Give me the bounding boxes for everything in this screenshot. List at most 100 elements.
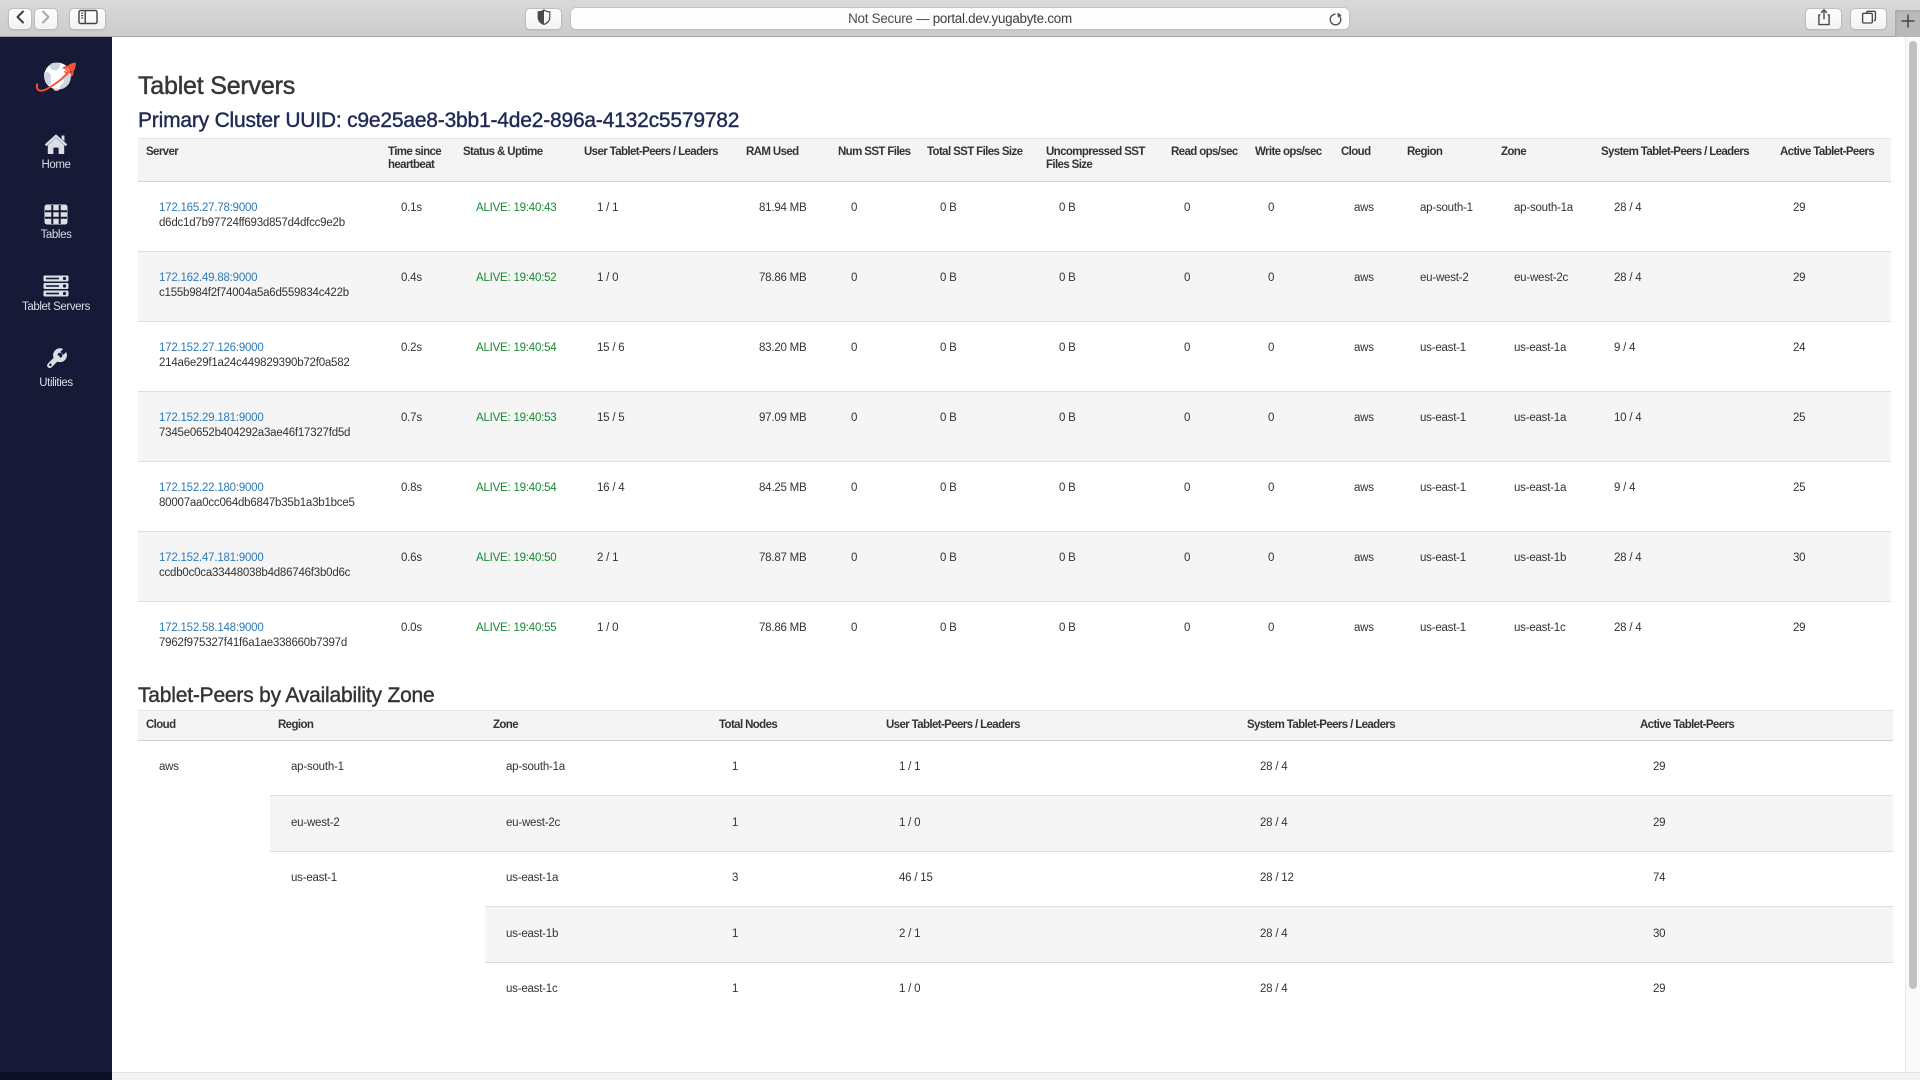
cell-ram: 81.94 MB	[738, 181, 830, 251]
cell-zone: us-east-1b	[1493, 531, 1593, 601]
cell-cloud: aws	[1333, 391, 1399, 461]
cell-ram: 78.86 MB	[738, 601, 830, 671]
back-icon	[15, 10, 25, 29]
new-tab-button[interactable]	[1895, 10, 1920, 37]
utilities-icon	[0, 347, 112, 373]
server-cell: 172.152.29.181:90007345e0652b404292a3ae4…	[138, 391, 380, 461]
tab-overview-button[interactable]	[1850, 8, 1887, 30]
horizontal-scrollbar-left	[0, 1072, 112, 1080]
vertical-scrollbar-thumb[interactable]	[1909, 41, 1917, 989]
browser-toolbar: Not Secure — portal.dev.yugabyte.com	[0, 0, 1920, 37]
cell-read-ops: 0	[1163, 251, 1247, 321]
server-link[interactable]: 172.165.27.78:9000	[159, 202, 257, 214]
cell-cloud: aws	[1333, 531, 1399, 601]
sidebar-toggle-icon	[78, 9, 98, 30]
cell-active: 30	[1772, 531, 1891, 601]
column-header: Cloud	[138, 710, 270, 740]
cell-zone: us-east-1a	[1493, 461, 1593, 531]
vertical-scrollbar[interactable]	[1905, 37, 1920, 1080]
sidebar-item-label: Home	[0, 159, 112, 172]
page-title: Tablet Servers	[138, 72, 295, 101]
cell-total-sst: 0 B	[919, 251, 1038, 321]
cell-system-peers: 28 / 4	[1239, 962, 1632, 1018]
separator: —	[916, 11, 929, 26]
cell-zone: us-east-1b	[485, 907, 711, 963]
cell-heartbeat: 0.6s	[380, 531, 455, 601]
cell-heartbeat: 0.1s	[380, 181, 455, 251]
share-button[interactable]	[1805, 8, 1842, 30]
server-link[interactable]: 172.152.58.148:9000	[159, 622, 264, 634]
cell-system-peers: 28 / 4	[1239, 796, 1632, 852]
cell-zone: us-east-1a	[1493, 391, 1593, 461]
cell-read-ops: 0	[1163, 531, 1247, 601]
cell-ram: 84.25 MB	[738, 461, 830, 531]
forward-button[interactable]	[34, 8, 58, 30]
zone-heading: Tablet-Peers by Availability Zone	[138, 683, 435, 708]
sidebar-item-tablet-servers[interactable]: Tablet Servers	[0, 275, 112, 314]
column-header: Zone	[1493, 138, 1593, 181]
reload-button[interactable]	[1328, 12, 1343, 33]
cell-heartbeat: 0.8s	[380, 461, 455, 531]
cell-uncompressed-sst: 0 B	[1038, 391, 1163, 461]
horizontal-scrollbar[interactable]	[0, 1072, 1920, 1080]
sidebar-item-utilities[interactable]: Utilities	[0, 347, 112, 390]
column-header: User Tablet-Peers / Leaders	[878, 710, 1239, 740]
sidebar-item-label: Tables	[0, 229, 112, 242]
cell-system-peers: 28 / 4	[1593, 531, 1772, 601]
table-row: 172.152.29.181:90007345e0652b404292a3ae4…	[138, 391, 1891, 461]
cell-user-peers: 1 / 0	[576, 251, 738, 321]
zones-table: CloudRegionZoneTotal NodesUser Tablet-Pe…	[138, 710, 1893, 1018]
cell-total-nodes: 1	[711, 962, 878, 1018]
cell-uncompressed-sst: 0 B	[1038, 321, 1163, 391]
server-link[interactable]: 172.152.22.180:9000	[159, 482, 264, 494]
column-header: Total Nodes	[711, 710, 878, 740]
cell-status: ALIVE: 19:40:54	[455, 461, 576, 531]
column-header: Region	[270, 710, 485, 740]
server-uuid: d6dc1d7b97724ff693d857d4dfcc9e2b	[159, 216, 372, 231]
sidebar-item-home[interactable]: Home	[0, 133, 112, 172]
column-header: Time since heartbeat	[380, 138, 455, 181]
server-link[interactable]: 172.152.27.126:9000	[159, 342, 264, 354]
table-row: 172.165.27.78:9000 d6dc1d7b97724ff693d857…	[138, 181, 1891, 251]
column-header: RAM Used	[738, 138, 830, 181]
sidebar-toggle-button[interactable]	[69, 8, 106, 30]
cell-active: 29	[1632, 962, 1893, 1018]
column-header: Write ops/sec	[1247, 138, 1333, 181]
address-bar[interactable]: Not Secure — portal.dev.yugabyte.com	[570, 7, 1350, 30]
server-link[interactable]: 172.162.49.88:9000	[159, 272, 257, 284]
column-header: Region	[1399, 138, 1493, 181]
new-tab-icon	[1901, 14, 1915, 33]
sidebar-item-label: Utilities	[0, 377, 112, 390]
server-cell: 172.152.47.181:9000ccdb0c0ca33448038b4d8…	[138, 531, 380, 601]
cell-zone: us-east-1c	[1493, 601, 1593, 671]
tablet-servers-icon	[0, 275, 112, 297]
cell-region: ap-south-1	[270, 740, 485, 796]
back-button[interactable]	[8, 8, 32, 30]
cell-user-peers: 1 / 1	[878, 740, 1239, 796]
cell-total-sst: 0 B	[919, 531, 1038, 601]
cell-user-peers: 16 / 4	[576, 461, 738, 531]
cell-heartbeat: 0.4s	[380, 251, 455, 321]
cell-num-sst: 0	[830, 251, 919, 321]
column-header: Total SST Files Size	[919, 138, 1038, 181]
cell-system-peers: 28 / 12	[1239, 851, 1632, 907]
sidebar-item-tables[interactable]: Tables	[0, 204, 112, 242]
cell-user-peers: 15 / 5	[576, 391, 738, 461]
cell-total-sst: 0 B	[919, 461, 1038, 531]
cell-total-nodes: 1	[711, 740, 878, 796]
cell-uncompressed-sst: 0 B	[1038, 181, 1163, 251]
column-header: Active Tablet-Peers	[1772, 138, 1891, 181]
server-link[interactable]: 172.152.47.181:9000	[159, 552, 264, 564]
yugabytedb-logo[interactable]	[32, 56, 80, 98]
cell-active: 29	[1772, 181, 1891, 251]
cell-ram: 78.86 MB	[738, 251, 830, 321]
cell-user-peers: 2 / 1	[576, 531, 738, 601]
privacy-shield-button[interactable]	[525, 8, 562, 30]
cell-total-nodes: 1	[711, 796, 878, 852]
cell-cloud: aws	[1333, 321, 1399, 391]
server-link[interactable]: 172.152.29.181:9000	[159, 412, 264, 424]
reload-icon	[1328, 15, 1343, 30]
cell-region: us-east-1	[1399, 391, 1493, 461]
cell-ram: 83.20 MB	[738, 321, 830, 391]
cell-status: ALIVE: 19:40:52	[455, 251, 576, 321]
